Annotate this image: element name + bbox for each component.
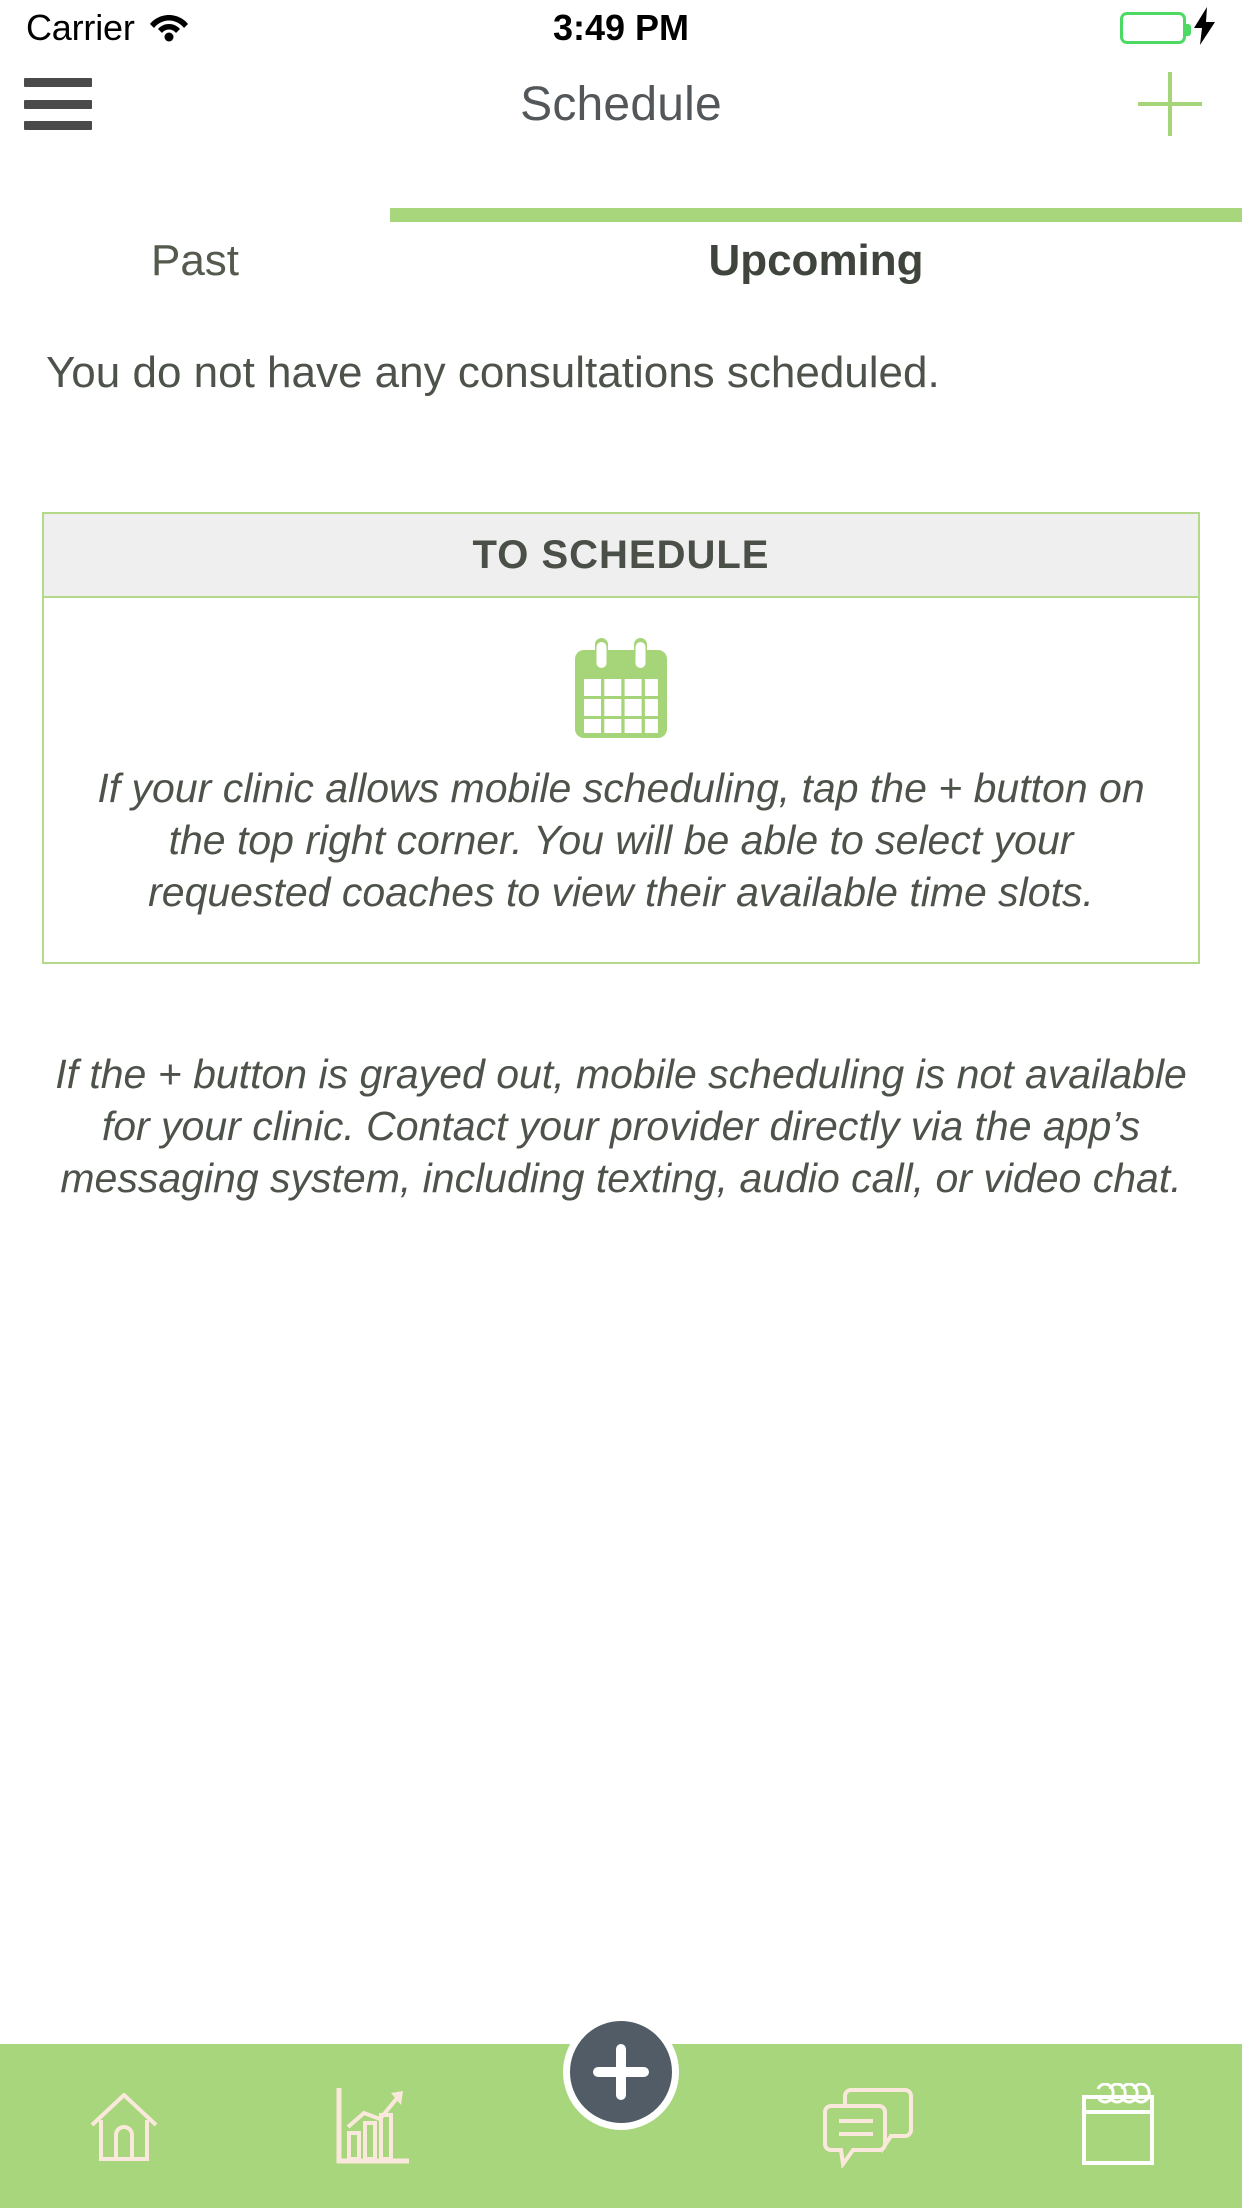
chat-bubbles-icon [823,2088,914,2168]
status-bar-right [1120,6,1216,50]
chart-icon [336,2088,409,2164]
segment-tabs: Past Upcoming [0,152,1242,294]
card-body: If your clinic allows mobile scheduling,… [44,598,1198,962]
calendar-notepad-icon [1081,2083,1154,2165]
card-body-text: If your clinic allows mobile scheduling,… [97,765,1145,916]
tab-row: Past Upcoming [0,222,1242,286]
calendar-icon-wrapper [76,636,1166,740]
floating-add-button[interactable] [563,2014,679,2130]
empty-state-message: You do not have any consultations schedu… [46,348,940,397]
tab-upcoming-label: Upcoming [708,236,924,285]
plus-icon [593,2044,649,2100]
card-header: TO SCHEDULE [44,514,1198,598]
plus-icon [1138,72,1202,136]
tab-active-indicator [390,208,1242,222]
battery-icon [1120,12,1191,44]
status-bar-left: Carrier [26,7,1120,49]
tab-past[interactable]: Past [0,222,390,286]
app-screen: Carrier 3:49 PM Schedule Past Upcoming Y… [0,0,1242,2208]
tab-home[interactable] [0,2044,248,2208]
add-consultation-button[interactable] [1132,66,1208,142]
page-title: Schedule [520,77,722,131]
carrier-label: Carrier [26,7,135,48]
tab-progress[interactable] [248,2044,496,2208]
card-header-title: TO SCHEDULE [472,532,770,577]
tab-past-label: Past [150,236,240,285]
calendar-icon [575,638,667,738]
wifi-icon [149,10,189,47]
home-icon [90,2093,158,2161]
to-schedule-card: TO SCHEDULE If your clinic allows mobile… [42,512,1200,965]
lightning-bolt-icon [1194,6,1216,50]
tab-indicator-track [0,208,1242,222]
status-bar: Carrier 3:49 PM [0,0,1242,56]
navigation-bar: Schedule [0,56,1242,152]
grayed-out-note: If the + button is grayed out, mobile sc… [55,1051,1187,1202]
tab-calendar[interactable] [994,2044,1242,2208]
tab-messages[interactable] [745,2044,993,2208]
tab-upcoming[interactable]: Upcoming [390,222,1242,286]
